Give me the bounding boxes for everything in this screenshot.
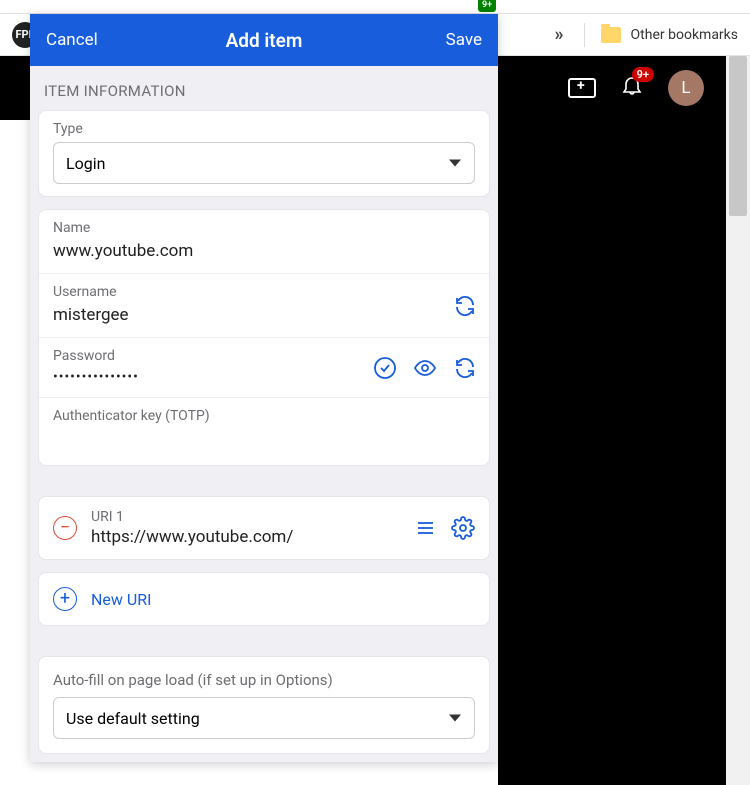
popup-header: Cancel Add item Save xyxy=(30,14,498,66)
popup-body[interactable]: ITEM INFORMATION Type Login Name www.you… xyxy=(30,66,498,762)
generate-icon[interactable] xyxy=(453,294,477,318)
plus-icon: + xyxy=(53,587,77,611)
new-uri-label: New URI xyxy=(91,590,151,609)
totp-label: Authenticator key (TOTP) xyxy=(53,408,475,424)
scrollbar-thumb[interactable] xyxy=(729,56,747,216)
autofill-label: Auto-fill on page load (if set up in Opt… xyxy=(39,657,489,689)
other-bookmarks-label[interactable]: Other bookmarks xyxy=(631,27,738,43)
bookmark-overflow-icon[interactable]: » xyxy=(555,24,564,45)
save-button[interactable]: Save xyxy=(446,30,482,50)
name-field[interactable]: www.youtube.com xyxy=(53,241,475,261)
uri-list-icon[interactable] xyxy=(413,516,437,540)
popup-title: Add item xyxy=(30,29,498,52)
type-select[interactable]: Login xyxy=(53,142,475,184)
avatar[interactable]: L xyxy=(668,70,704,106)
create-video-icon[interactable] xyxy=(568,78,596,98)
uri-settings-icon[interactable] xyxy=(451,516,475,540)
generate-password-icon[interactable] xyxy=(453,356,477,380)
uri-label: URI 1 xyxy=(91,509,399,525)
uri-field[interactable]: https://www.youtube.com/ xyxy=(91,527,399,547)
new-uri-button[interactable]: + New URI xyxy=(39,573,489,625)
uri-card: − URI 1 https://www.youtube.com/ xyxy=(38,496,490,560)
type-label: Type xyxy=(53,121,475,137)
credentials-card: Name www.youtube.com Username mistergee … xyxy=(38,209,490,466)
notifications-icon[interactable]: 9+ xyxy=(620,73,644,103)
divider xyxy=(584,23,585,47)
new-uri-card: + New URI xyxy=(38,572,490,626)
toggle-visibility-icon[interactable] xyxy=(413,356,437,380)
scrollbar-track[interactable] xyxy=(726,56,750,785)
check-password-icon[interactable] xyxy=(373,356,397,380)
username-field[interactable]: mistergee xyxy=(53,305,475,325)
name-label: Name xyxy=(53,220,475,236)
autofill-card: Auto-fill on page load (if set up in Opt… xyxy=(38,656,490,754)
username-label: Username xyxy=(53,284,475,300)
extension-popup: Cancel Add item Save ITEM INFORMATION Ty… xyxy=(30,14,498,762)
notification-count-badge: 9+ xyxy=(632,67,654,82)
folder-icon xyxy=(601,27,621,43)
cancel-button[interactable]: Cancel xyxy=(46,30,98,50)
section-header: ITEM INFORMATION xyxy=(30,66,498,110)
type-card: Type Login xyxy=(38,110,490,197)
remove-uri-icon[interactable]: − xyxy=(53,516,77,540)
page-background xyxy=(498,120,726,785)
autofill-select[interactable]: Use default setting xyxy=(53,697,475,739)
extension-badge: 9+ xyxy=(478,0,496,12)
